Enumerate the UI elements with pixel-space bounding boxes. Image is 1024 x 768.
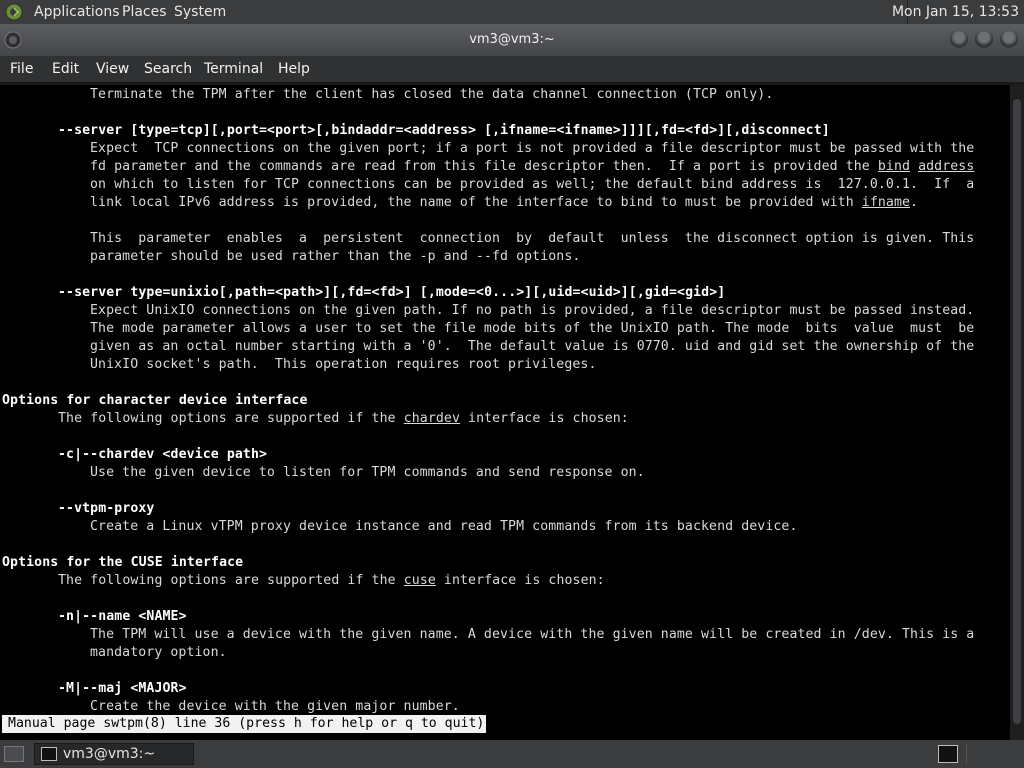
terminal-line: -c|--chardev <device path> [58,446,267,464]
terminal-line: The following options are supported if t… [58,410,629,428]
terminal-line: Create a Linux vTPM proxy device instanc… [90,518,797,536]
bold-text: --vtpm-proxy [58,501,155,516]
text-run: The TPM will use a device with the given… [90,627,975,642]
text-run [910,159,918,174]
menu-terminal[interactable]: Terminal [204,56,263,82]
menu-edit[interactable]: Edit [52,56,79,82]
top-panel: Applications Places System Mon Jan 15, 1… [0,0,1024,24]
bold-text: -c|--chardev <device path> [58,447,268,462]
terminal-line: Options for the CUSE interface [2,554,243,572]
applications-menu[interactable]: Applications [34,0,120,24]
text-run: given as an octal number starting with a… [90,339,975,354]
terminal-line: --server [type=tcp][,port=<port>[,bindad… [58,122,830,140]
bold-text: -n|--name <NAME> [58,609,187,624]
workspace-switcher-icon[interactable] [938,745,958,763]
places-menu[interactable]: Places [122,0,167,24]
menu-help[interactable]: Help [278,56,310,82]
menubar: File Edit View Search Terminal Help [0,56,1024,82]
scrollbar-thumb[interactable] [1013,99,1021,724]
underlined-term: bind [877,159,911,174]
bottom-panel: vm3@vm3:~ [0,740,1024,768]
underlined-term: ifname [861,195,911,210]
clock[interactable]: Mon Jan 15, 13:53 [892,0,1019,24]
terminal-line: Expect TCP connections on the given port… [90,140,974,158]
text-run: . [910,195,919,210]
text-run: on which to listen for TCP connections c… [90,177,975,192]
text-run: link local IPv6 address is provided, the… [90,195,862,210]
pager-status-line: Manual page swtpm(8) line 36 (press h fo… [2,715,487,733]
terminal-line: parameter should be used rather than the… [90,248,580,266]
terminal-line: given as an octal number starting with a… [90,338,974,356]
menu-view[interactable]: View [96,56,129,82]
terminal-line: link local IPv6 address is provided, the… [90,194,918,212]
minimize-button[interactable] [950,30,968,48]
window-titlebar[interactable]: vm3@vm3:~ [0,24,1024,56]
terminal-line: Expect UnixIO connections on the given p… [90,302,974,320]
terminal-line: fd parameter and the commands are read f… [90,158,974,176]
text-run: Create the device with the given major n… [90,699,460,714]
terminal-line: UnixIO socket's path. This operation req… [90,356,597,374]
text-run: parameter should be used rather than the… [90,249,581,264]
terminal-line: Options for character device interface [2,392,308,410]
terminal-icon [41,747,57,761]
menu-search[interactable]: Search [144,56,192,82]
bold-text: -M|--maj <MAJOR> [58,681,187,696]
terminal-line: The TPM will use a device with the given… [90,626,974,644]
distro-logo-icon[interactable] [5,3,23,21]
window-title: vm3@vm3:~ [469,32,555,47]
text-run: Terminate the TPM after the client has c… [90,87,774,102]
terminal-line: --vtpm-proxy [58,500,154,518]
text-run: interface is chosen: [435,573,605,588]
text-run: interface is chosen: [459,411,629,426]
bold-text: --server [type=tcp][,port=<port>[,bindad… [58,123,830,138]
terminal-line: on which to listen for TCP connections c… [90,176,974,194]
menu-file[interactable]: File [10,56,33,82]
underlined-term: address [918,159,975,174]
text-run: Expect UnixIO connections on the given p… [90,303,975,318]
text-run: The mode parameter allows a user to set … [90,321,975,336]
terminal-line: -n|--name <NAME> [58,608,187,626]
terminal-output[interactable]: Terminate the TPM after the client has c… [0,85,1010,740]
underlined-term: cuse [403,573,436,588]
terminal-scrollbar[interactable] [1010,85,1024,740]
text-run: This parameter enables a persistent conn… [90,231,975,246]
bold-text: Options for character device interface [2,393,308,408]
text-run: Create a Linux vTPM proxy device instanc… [90,519,798,534]
terminal-line: --server type=unixio[,path=<path>][,fd=<… [58,284,725,302]
taskbar-divider [966,744,967,764]
text-run: The following options are supported if t… [58,573,404,588]
terminal-line: -M|--maj <MAJOR> [58,680,187,698]
text-run: mandatory option. [90,645,227,660]
system-menu[interactable]: System [174,0,226,24]
text-run: UnixIO socket's path. This operation req… [90,357,597,372]
text-run: Use the given device to listen for TPM c… [90,465,645,480]
taskbar-window-label: vm3@vm3:~ [63,746,156,762]
terminal-line: mandatory option. [90,644,227,662]
taskbar-window-button[interactable]: vm3@vm3:~ [34,743,194,765]
bold-text: --server type=unixio[,path=<path>][,fd=<… [58,285,726,300]
text-run: Expect TCP connections on the given port… [90,141,975,156]
terminal-line: This parameter enables a persistent conn… [90,230,974,248]
text-run: fd parameter and the commands are read f… [90,159,878,174]
show-desktop-icon[interactable] [4,746,24,762]
text-run: The following options are supported if t… [58,411,404,426]
bold-text: Options for the CUSE interface [2,555,244,570]
underlined-term: chardev [403,411,460,426]
terminal-line: The following options are supported if t… [58,572,605,590]
terminal-line: Terminate the TPM after the client has c… [90,86,773,104]
terminal-line: Use the given device to listen for TPM c… [90,464,645,482]
terminal-line: The mode parameter allows a user to set … [90,320,974,338]
terminal-line: Create the device with the given major n… [90,698,460,716]
close-button[interactable] [1000,30,1018,48]
maximize-button[interactable] [975,30,993,48]
